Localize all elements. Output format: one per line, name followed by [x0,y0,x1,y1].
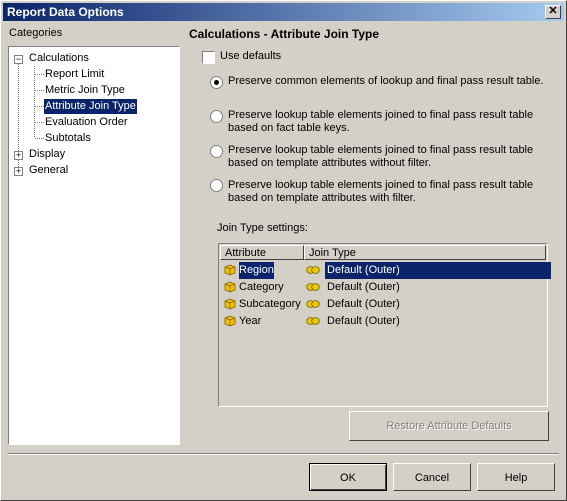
tree-item-evaluation-order[interactable]: Evaluation Order [45,115,128,130]
categories-label: Categories [9,27,63,39]
option-label-1[interactable]: Preserve common elements of lookup and f… [228,75,558,88]
tree-line [35,90,44,91]
expand-icon[interactable]: + [14,167,23,176]
option-text: Preserve lookup table elements joined to… [228,144,534,156]
section-title: Calculations - Attribute Join Type [189,27,380,41]
tree-line [34,66,35,137]
window-title: Report Data Options [7,5,124,19]
attribute-cube-icon [224,264,236,276]
tree-item-attribute-join-type[interactable]: Attribute Join Type [44,99,137,114]
tree-item-general[interactable]: General [29,163,68,178]
use-defaults-checkbox[interactable] [202,51,215,64]
use-defaults-label[interactable]: Use defaults [220,50,281,62]
option-label-2[interactable]: Preserve lookup table elements joined to… [228,109,558,135]
title-bar[interactable]: Report Data Options ✕ [3,3,564,21]
option-text: Preserve common elements of lookup and f… [228,75,544,87]
tree-item-report-limit[interactable]: Report Limit [45,67,104,82]
join-type-icon [306,283,320,291]
option-text: Preserve lookup table elements joined to… [228,109,534,121]
join-type-value: Default (Outer) [327,281,400,293]
table-row[interactable]: Category Default (Outer) [222,279,544,296]
radio-selected-dot [214,80,219,85]
attribute-cube-icon [224,281,236,293]
tree-line [35,106,44,107]
cancel-button[interactable]: Cancel [393,463,471,491]
join-type-grid[interactable]: Attribute Join Type Region Default (Oute… [218,243,551,407]
attribute-cube-icon [224,298,236,310]
join-type-value: Default (Outer) [327,315,400,327]
tree-line [35,138,44,139]
tree-line [35,122,44,123]
column-header-join-type[interactable]: Join Type [304,245,546,260]
join-type-value: Default (Outer) [325,262,551,279]
ok-button[interactable]: OK [309,463,387,491]
attribute-name: Subcategory [239,298,301,310]
tree-item-calculations[interactable]: Calculations [29,51,89,66]
option-radio-4[interactable] [210,179,223,192]
categories-tree[interactable]: − Calculations Report Limit Metric Join … [8,46,180,445]
join-type-icon [306,300,320,308]
attribute-cube-icon [224,315,236,327]
tree-item-subtotals[interactable]: Subtotals [45,131,91,146]
report-data-options-dialog: Report Data Options ✕ Categories − Calcu… [0,0,567,501]
option-radio-1[interactable] [210,76,223,89]
close-button[interactable]: ✕ [545,5,561,19]
tree-item-metric-join-type[interactable]: Metric Join Type [45,83,125,98]
close-icon: ✕ [548,5,558,17]
join-type-value: Default (Outer) [327,298,400,310]
join-type-icon [306,317,320,325]
expand-icon[interactable]: + [14,151,23,160]
join-type-settings-label: Join Type settings: [217,222,308,234]
help-button[interactable]: Help [477,463,555,491]
column-header-attribute[interactable]: Attribute [220,245,304,260]
option-label-3[interactable]: Preserve lookup table elements joined to… [228,144,558,170]
option-text: based on template attributes with filter… [228,192,416,204]
option-label-4[interactable]: Preserve lookup table elements joined to… [228,179,558,205]
attribute-name: Category [239,281,284,293]
table-row[interactable]: Subcategory Default (Outer) [222,296,544,313]
collapse-icon[interactable]: − [14,55,23,64]
option-radio-3[interactable] [210,145,223,158]
join-type-icon [306,266,320,274]
tree-item-display[interactable]: Display [29,147,65,162]
option-radio-2[interactable] [210,110,223,123]
separator [8,453,559,455]
option-text: based on fact table keys. [228,122,350,134]
tree-line [35,74,44,75]
attribute-name: Region [239,262,274,279]
table-row[interactable]: Year Default (Outer) [222,313,544,330]
option-text: based on template attributes without fil… [228,157,432,169]
option-text: Preserve lookup table elements joined to… [228,179,534,191]
restore-attribute-defaults-button[interactable]: Restore Attribute Defaults [349,411,549,441]
attribute-name: Year [239,315,262,327]
table-row[interactable]: Region Default (Outer) [222,262,551,279]
